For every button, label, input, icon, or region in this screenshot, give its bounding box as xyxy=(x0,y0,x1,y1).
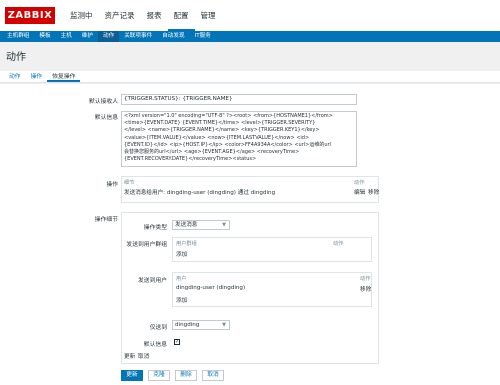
message-line: {EVENT.ID}</id> <ip>{HOST.IP}</ip> <colo… xyxy=(124,141,331,148)
send-to-users-label: 发送到用户 xyxy=(138,278,167,284)
sub-menu-item-discovery[interactable]: 自动发现 xyxy=(157,31,189,42)
main-menu-item-inventory[interactable]: 资产记录 xyxy=(99,0,141,31)
main-menu-item-monitoring[interactable]: 监测中 xyxy=(64,0,99,31)
main-menu-item-reports[interactable]: 报表 xyxy=(141,0,168,31)
main-menu: 监测中 资产记录 报表 配置 管理 xyxy=(64,0,222,31)
cancel-operation-link[interactable]: 取消 xyxy=(138,352,149,360)
sub-menu-item-actions[interactable]: 动作 xyxy=(98,31,120,42)
message-line: <time>{EVENT.DATE} {EVENT.TIME}</time> <… xyxy=(124,120,316,127)
page-title: 动作 xyxy=(6,52,26,63)
cancel-button[interactable]: 取消 xyxy=(202,370,224,381)
operation-details-label: 操作细节 xyxy=(94,217,118,223)
operation-details-panel: 操作类型 发送消息 ▼ 发送到用户群组 用户群组 动作 添加 发送到用户 用户 … xyxy=(121,212,379,364)
default-message-checkbox[interactable]: ✓ xyxy=(174,339,180,345)
user-row-name: dingding-user (dingding) xyxy=(176,285,246,291)
form-content: 默认接收人 {TRIGGER.STATUS}: {TRIGGER.NAME} 默… xyxy=(0,84,500,385)
chevron-down-icon: ▼ xyxy=(222,322,226,328)
default-message-label: 默认信息 xyxy=(94,115,118,121)
operation-type-select[interactable]: 发送消息 ▼ xyxy=(172,220,230,230)
sub-menu: 主机群组 模板 主机 维护 动作 关联项事件 自动发现 IT服务 xyxy=(0,31,500,42)
tab-action[interactable]: 动作 xyxy=(4,71,26,82)
chevron-down-icon: ▼ xyxy=(222,222,226,228)
delete-button[interactable]: 删除 xyxy=(175,370,197,381)
user-group-col-header: 用户群组 xyxy=(176,241,197,247)
user-action-col-header: 动作 xyxy=(360,276,371,282)
add-user-link[interactable]: 添加 xyxy=(176,296,187,304)
tab-recovery-operations[interactable]: 恢复操作 xyxy=(47,71,81,82)
send-to-groups-label: 发送到用户群组 xyxy=(126,242,167,248)
page-header: 动作 xyxy=(0,42,500,67)
tab-operations[interactable]: 操作 xyxy=(26,71,48,82)
operation-details: 发送消息给用户: dingding-user (dingding) 通过 din… xyxy=(124,190,276,196)
message-line: {EVENT.RECOVERY.DATE}</recoveryTime><sta… xyxy=(124,156,257,163)
form-tabs: 动作 操作 恢复操作 xyxy=(0,71,500,83)
send-only-to-label: 仅送到 xyxy=(149,325,167,331)
message-line: <?xml version="1.0" encoding="UTF-8" ?><… xyxy=(124,113,333,119)
col-action-header: 动作 xyxy=(354,180,365,186)
remove-operation-link[interactable]: 移除 xyxy=(368,188,379,196)
update-operation-link[interactable]: 更新 xyxy=(124,352,135,360)
message-line: </level> <name>{TRIGGER.NAME}</name> <ke… xyxy=(124,127,320,134)
operations-label: 操作 xyxy=(106,182,118,188)
edit-operation-link[interactable]: 编辑 xyxy=(354,188,365,196)
message-line: <value>{ITEM.VALUE}</value> <now>{ITEM.L… xyxy=(124,134,310,141)
sub-menu-item-it-services[interactable]: IT服务 xyxy=(190,31,216,42)
add-user-group-link[interactable]: 添加 xyxy=(176,250,187,258)
sub-menu-item-templates[interactable]: 模板 xyxy=(34,31,55,42)
operation-type-label: 操作类型 xyxy=(143,225,167,231)
col-details-header: 细节 xyxy=(124,180,135,186)
zabbix-logo[interactable]: ZABBIX xyxy=(5,7,55,24)
update-button[interactable]: 更新 xyxy=(121,370,143,381)
operations-table: 细节 动作 发送消息给用户: dingding-user (dingding) … xyxy=(121,176,379,203)
sub-menu-item-maintenance[interactable]: 维护 xyxy=(77,31,98,42)
operation-type-value: 发送消息 xyxy=(175,222,198,228)
clone-button[interactable]: 克隆 xyxy=(148,370,170,381)
send-only-to-select[interactable]: dingding ▼ xyxy=(172,320,230,330)
user-col-header: 用户 xyxy=(176,276,187,282)
main-menu-item-configuration[interactable]: 配置 xyxy=(167,0,195,31)
sub-menu-item-hosts[interactable]: 主机 xyxy=(56,31,77,42)
users-table: 用户 动作 dingding-user (dingding) 移除 添加 xyxy=(172,272,372,307)
remove-user-link[interactable]: 移除 xyxy=(360,285,371,293)
default-subject-label: 默认接收人 xyxy=(89,99,118,105)
default-message-checkbox-label: 默认信息 xyxy=(143,342,167,348)
message-line: 会替换您服务的url</url> <age>{EVENT.AGE}</age> … xyxy=(124,149,300,156)
user-groups-table: 用户群组 动作 添加 xyxy=(172,237,372,262)
sub-menu-item-host-groups[interactable]: 主机群组 xyxy=(2,31,34,42)
main-menu-item-administration[interactable]: 管理 xyxy=(195,0,222,31)
sub-menu-item-correlation[interactable]: 关联项事件 xyxy=(119,31,157,42)
send-only-to-value: dingding xyxy=(175,322,200,328)
top-header: ZABBIX 监测中 资产记录 报表 配置 管理 xyxy=(0,0,500,31)
default-subject-input[interactable]: {TRIGGER.STATUS}: {TRIGGER.NAME} xyxy=(121,94,357,105)
check-icon: ✓ xyxy=(175,339,180,345)
user-group-action-col-header: 动作 xyxy=(333,241,344,247)
default-message-textarea[interactable]: <?xml version="1.0" encoding="UTF-8" ?><… xyxy=(121,111,357,167)
